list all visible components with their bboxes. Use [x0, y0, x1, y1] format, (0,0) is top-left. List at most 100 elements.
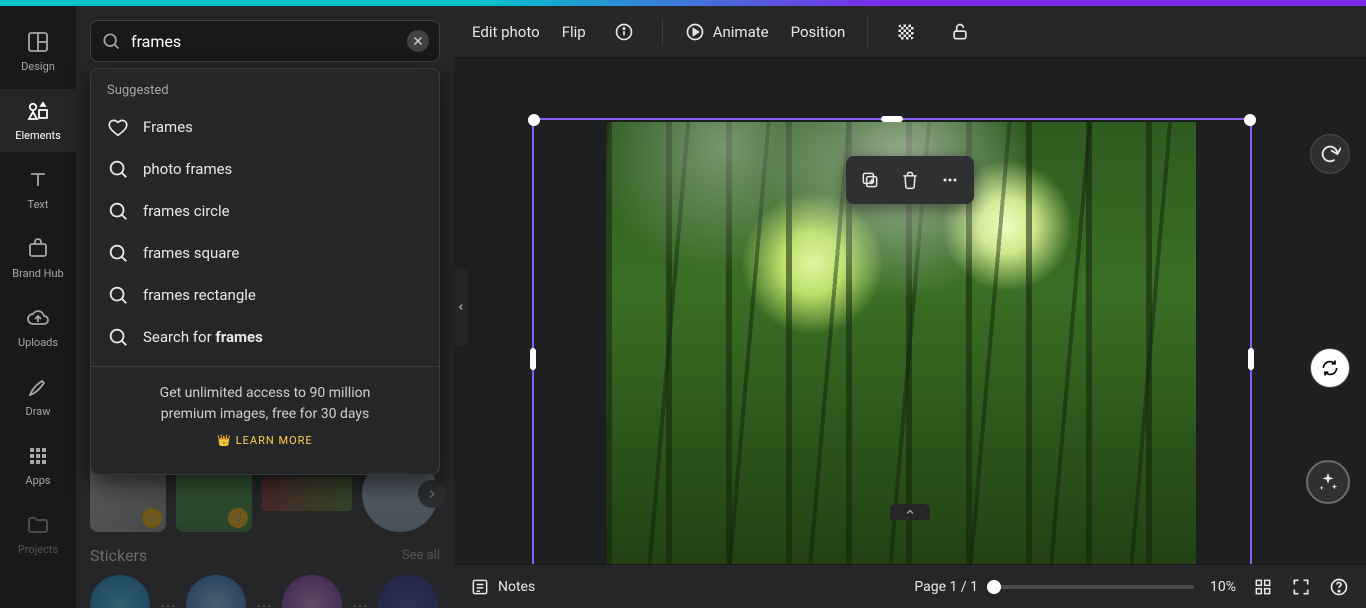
suggestion-label: frames circle	[143, 202, 230, 220]
suggestion-frames-circle[interactable]: frames circle	[91, 190, 439, 232]
resize-handle-top[interactable]	[881, 116, 903, 122]
search-icon	[101, 31, 121, 51]
transparency-button[interactable]	[890, 16, 922, 48]
animate-icon	[685, 22, 705, 42]
suggestions-heading: Suggested	[91, 69, 439, 106]
rail-label: Elements	[15, 129, 61, 142]
zoom-value[interactable]: 10%	[1210, 579, 1236, 595]
rail-elements[interactable]: Elements	[0, 89, 76, 152]
fullscreen-button[interactable]	[1290, 576, 1312, 598]
slider-knob[interactable]	[987, 580, 1001, 594]
flip-button[interactable]: Flip	[562, 23, 586, 41]
left-rail: Design Elements Text Brand Hub Uploads D…	[0, 6, 76, 608]
notes-button[interactable]: Notes	[470, 577, 535, 597]
suggestion-frames[interactable]: Frames	[91, 106, 439, 148]
slider-track[interactable]	[994, 585, 1194, 589]
canvas-area: Edit photo Flip Animate Position	[454, 6, 1366, 608]
clear-search-button[interactable]	[407, 30, 429, 52]
lock-button[interactable]	[944, 16, 976, 48]
canvas-viewport[interactable]	[454, 58, 1366, 564]
help-button[interactable]	[1328, 576, 1350, 598]
rail-uploads[interactable]: Uploads	[0, 296, 76, 359]
sticker-more[interactable]: ⋯	[256, 596, 272, 608]
page-indicator[interactable]: Page 1 / 1	[914, 579, 978, 595]
grid-icon	[26, 444, 50, 468]
promo-line: premium images, free for 30 days	[107, 404, 423, 425]
separator	[867, 18, 868, 46]
shapes-icon	[26, 99, 50, 123]
grid-view-button[interactable]	[1252, 576, 1274, 598]
thumbnail[interactable]	[262, 477, 352, 511]
position-button[interactable]: Position	[791, 23, 846, 41]
chevron-up-icon	[904, 506, 916, 518]
refresh-sparkle-icon	[1319, 143, 1341, 165]
notes-icon	[470, 577, 490, 597]
more-options-button[interactable]	[932, 162, 968, 198]
resize-handle-right[interactable]	[1248, 348, 1254, 370]
sync-icon	[1320, 358, 1340, 378]
close-icon	[412, 35, 424, 47]
rail-label: Draw	[26, 405, 51, 418]
panel-collapse-handle[interactable]	[454, 267, 468, 347]
sync-button[interactable]	[1310, 348, 1350, 388]
rail-label: Uploads	[18, 336, 58, 349]
rail-label: Brand Hub	[12, 267, 63, 280]
page-list-expand[interactable]	[890, 504, 930, 520]
notes-label: Notes	[498, 579, 535, 595]
thumbnail-next-button[interactable]	[418, 480, 446, 508]
sticker-thumbnail[interactable]	[186, 575, 246, 608]
suggestion-label: photo frames	[143, 160, 232, 178]
rail-projects[interactable]: Projects	[0, 503, 76, 566]
zoom-slider[interactable]	[994, 585, 1194, 589]
trash-icon	[900, 170, 920, 190]
duplicate-icon	[860, 170, 880, 190]
info-button[interactable]	[608, 16, 640, 48]
delete-button[interactable]	[892, 162, 928, 198]
frames-icon	[107, 116, 129, 138]
sticker-more[interactable]: ⋯	[160, 596, 176, 608]
resize-handle-tr[interactable]	[1244, 114, 1256, 126]
animate-label: Animate	[713, 23, 769, 41]
search-input[interactable]	[131, 32, 397, 51]
duplicate-button[interactable]	[852, 162, 888, 198]
sticker-row: ⋯ ⋯ ⋯	[90, 575, 440, 608]
rail-draw[interactable]: Draw	[0, 365, 76, 428]
suggestion-frames-square[interactable]: frames square	[91, 232, 439, 274]
animate-button[interactable]: Animate	[685, 22, 769, 42]
regenerate-button[interactable]	[1310, 134, 1350, 174]
resize-handle-left[interactable]	[530, 348, 536, 370]
suggestion-label: frames square	[143, 244, 239, 262]
context-toolbar: Edit photo Flip Animate Position	[454, 6, 1366, 58]
elements-panel: Suggested Frames photo frames frames cir…	[76, 6, 454, 608]
learn-more-link[interactable]: 👑 LEARN MORE	[107, 433, 423, 450]
rail-label: Apps	[25, 474, 50, 487]
lock-open-icon	[950, 22, 970, 42]
pencil-icon	[26, 375, 50, 399]
see-all-stickers[interactable]: See all	[402, 548, 440, 563]
rail-label: Text	[28, 198, 49, 211]
suggestion-frames-rectangle[interactable]: frames rectangle	[91, 274, 439, 316]
rail-design[interactable]: Design	[0, 20, 76, 83]
rail-brandhub[interactable]: Brand Hub	[0, 227, 76, 290]
fullscreen-icon	[1291, 577, 1311, 597]
premium-badge-icon: 👑	[142, 508, 162, 528]
app-root: Design Elements Text Brand Hub Uploads D…	[0, 0, 1366, 608]
resize-handle-tl[interactable]	[528, 114, 540, 126]
suggestion-search-for-frames[interactable]: Search for frames	[91, 316, 439, 358]
magic-button[interactable]	[1306, 460, 1350, 504]
edit-photo-button[interactable]: Edit photo	[472, 23, 540, 41]
top-gradient-bar	[0, 0, 1366, 6]
more-icon	[940, 170, 960, 190]
info-icon	[614, 22, 634, 42]
sticker-thumbnail[interactable]	[90, 575, 150, 608]
sticker-more[interactable]: ⋯	[352, 596, 368, 608]
bottom-bar: Notes Page 1 / 1 10%	[454, 564, 1366, 608]
rail-apps[interactable]: Apps	[0, 434, 76, 497]
suggestion-photo-frames[interactable]: photo frames	[91, 148, 439, 190]
rail-text[interactable]: Text	[0, 158, 76, 221]
transparency-icon	[896, 22, 916, 42]
sticker-thumbnail[interactable]	[378, 575, 438, 608]
sticker-thumbnail[interactable]	[282, 575, 342, 608]
search-icon	[107, 242, 129, 264]
section-title: Stickers	[90, 546, 147, 565]
